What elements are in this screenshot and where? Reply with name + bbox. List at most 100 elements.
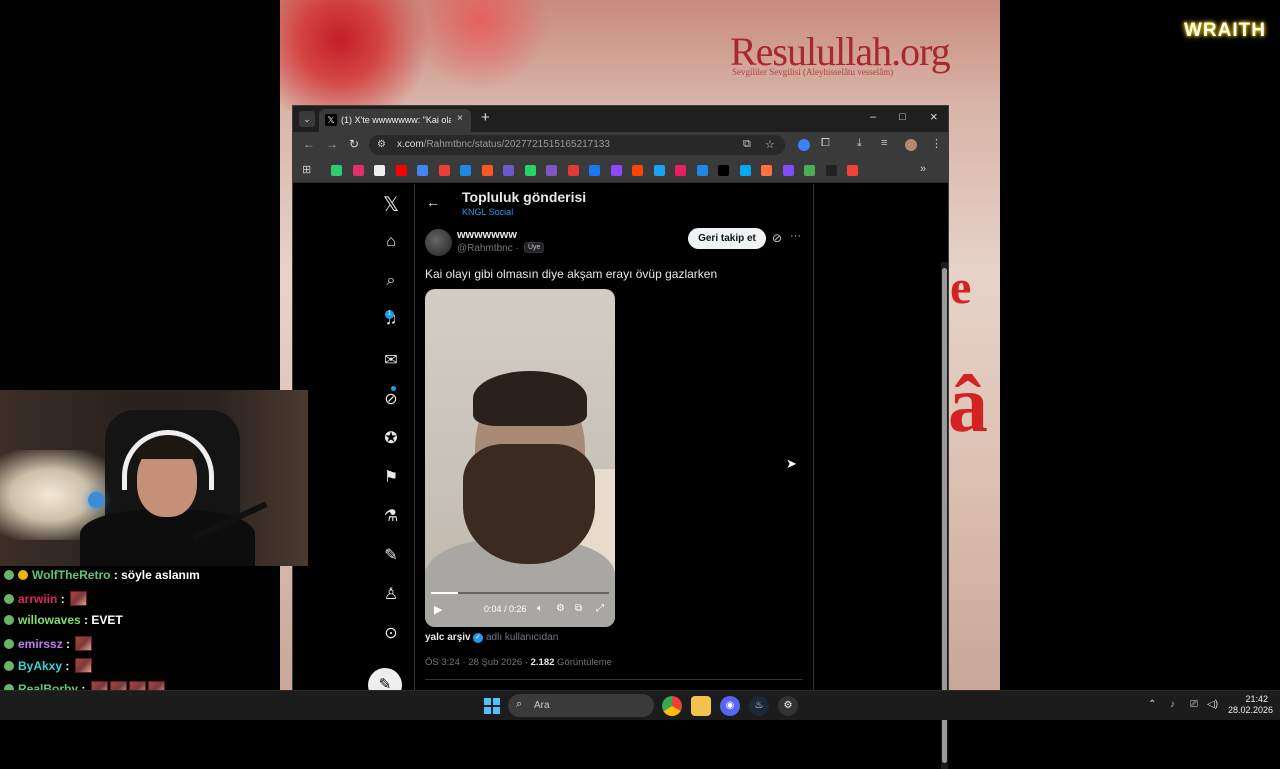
address-bar[interactable]: ⚙ x.com/Rahmtbnc/status/2027721515165217… (369, 135, 785, 155)
minimize-button[interactable]: – (870, 111, 876, 123)
bookmark-icon[interactable] (718, 165, 729, 176)
edit-icon[interactable]: ✎ (368, 545, 414, 565)
pip-icon[interactable]: ⧉ (575, 603, 582, 614)
flask-icon[interactable]: ⚗ (368, 506, 414, 526)
forward-arrow-icon[interactable]: → (326, 137, 338, 151)
taskbar: ⌕ Ara ◉ ♨ ⚙ ⌃ ♪ ⎚ ◁) 21:42 28.02.2026 (0, 690, 1280, 720)
taskbar-clock[interactable]: 21:42 28.02.2026 (1228, 694, 1273, 716)
microphone-icon[interactable]: ♪ (1170, 699, 1175, 710)
apps-grid-icon[interactable]: ⊞ (302, 163, 311, 176)
bookmark-icon[interactable] (352, 165, 364, 176)
bookmark-icon[interactable] (782, 165, 794, 176)
profile-icon[interactable]: ♙ (368, 584, 414, 604)
discord-icon[interactable]: ◉ (720, 696, 740, 716)
bookmark-icon[interactable] (610, 165, 622, 176)
bookmark-icon[interactable] (632, 165, 643, 176)
verified-icon[interactable]: ✪ (368, 428, 414, 448)
browser-tab[interactable]: 𝕏 (1) X'te wwwwwww: "Kai olayı gibi... × (319, 109, 471, 132)
more-bookmarks-icon[interactable]: » (920, 163, 926, 175)
bookmark-icon[interactable] (696, 165, 708, 176)
community-link[interactable]: KNGL Social (462, 207, 513, 217)
site-info-icon[interactable]: ⚙ (377, 139, 386, 150)
bookmark-icon[interactable] (825, 165, 837, 176)
windows-start-button[interactable] (484, 698, 500, 714)
fullscreen-icon[interactable]: ⤢ (596, 603, 604, 614)
avatar[interactable] (425, 229, 452, 256)
bookmark-icon[interactable] (438, 165, 450, 176)
mail-icon[interactable]: ✉ (368, 350, 414, 370)
bookmark-icon[interactable]: ⚑ (368, 467, 414, 487)
kebab-menu-icon[interactable]: ⋮ (931, 137, 942, 150)
back-arrow-icon[interactable]: ← (426, 194, 440, 210)
site-tagline: Sevgililer Sevgilisi (Aleyhisselâtu vess… (732, 67, 894, 77)
webcam-feed (0, 390, 308, 566)
more-icon[interactable]: ⊙ (368, 623, 414, 643)
volume-icon[interactable]: ◁) (1207, 699, 1218, 710)
bookmark-icon[interactable] (395, 165, 407, 176)
volume-icon[interactable]: 🔈︎ (537, 603, 543, 614)
bookmark-icon[interactable] (653, 165, 665, 176)
bookmark-icon[interactable] (761, 165, 772, 176)
bookmark-icon[interactable] (804, 165, 815, 176)
more-options-icon[interactable]: ··· (790, 230, 801, 242)
network-icon[interactable]: ⎚ (1190, 699, 1198, 710)
steam-icon[interactable]: ♨ (749, 696, 769, 716)
chat-emote-icon (74, 658, 92, 673)
chrome-app-icon[interactable] (662, 696, 682, 716)
video-source-name[interactable]: yalc arşiv (425, 632, 471, 643)
play-icon[interactable]: ▶ (434, 603, 442, 616)
x-logo-icon[interactable]: 𝕏 (368, 192, 414, 217)
settings-gear-icon[interactable]: ⚙ (556, 603, 565, 614)
video-player[interactable]: ▶ 0:04 / 0:26 🔈︎ ⚙ ⧉ ⤢ (425, 289, 615, 627)
reload-icon[interactable]: ↻ (349, 137, 359, 151)
chat-username[interactable]: willowaves (18, 613, 81, 627)
extension-icon[interactable] (798, 139, 810, 151)
bookmark-icon[interactable] (417, 165, 428, 176)
maximize-button[interactable]: □ (899, 111, 906, 123)
media-control-icon[interactable]: ≡ (881, 137, 887, 149)
author-name[interactable]: wwwwwww (457, 229, 517, 241)
chat-badge-icon (4, 661, 14, 671)
app-icon[interactable]: ⚙ (778, 696, 798, 716)
video-progress-bar[interactable] (431, 592, 609, 594)
chat-username[interactable]: emirssz (18, 637, 63, 651)
chat-message: emirssz : (4, 635, 93, 656)
chat-username[interactable]: WolfTheRetro (32, 568, 110, 582)
bookmark-icon[interactable] (503, 165, 514, 176)
taskbar-search[interactable]: ⌕ Ara (508, 694, 654, 717)
bookmark-icon[interactable] (524, 165, 536, 176)
bookmark-icon[interactable] (374, 165, 385, 176)
bookmark-icon[interactable] (567, 165, 579, 176)
bookmark-icon[interactable] (675, 165, 686, 176)
download-icon[interactable]: ⤓ (857, 137, 862, 150)
tab-search-button[interactable]: ⌄ (299, 111, 315, 127)
install-app-icon[interactable]: ⧉ (743, 138, 751, 151)
bookmark-icon[interactable] (331, 165, 342, 176)
extensions-puzzle-icon[interactable]: ⧠ (821, 137, 830, 150)
x-sidebar-nav: 𝕏 ⌂ ⌕ ♫ ✉ ⊘ ✪ ⚑ ⚗ ✎ ♙ ⊙ (368, 184, 414, 691)
close-window-button[interactable]: × (930, 109, 938, 124)
chat-username[interactable]: arrwiin (18, 592, 57, 606)
bookmark-icon[interactable] (460, 165, 471, 176)
search-icon[interactable]: ⌕ (368, 272, 414, 290)
author-handle[interactable]: @Rahmtbnc · (457, 243, 519, 254)
bookmark-icon[interactable] (589, 165, 600, 176)
home-icon[interactable]: ⌂ (368, 233, 414, 251)
file-explorer-icon[interactable] (691, 696, 711, 716)
scrollbar-thumb[interactable] (942, 268, 947, 763)
bookmark-icon[interactable] (546, 165, 557, 176)
webcam-light (88, 492, 104, 508)
bookmark-icon[interactable] (847, 165, 858, 176)
back-arrow-icon[interactable]: ← (303, 137, 315, 151)
new-tab-button[interactable]: + (481, 109, 490, 126)
tray-overflow-icon[interactable]: ⌃ (1148, 699, 1156, 710)
profile-avatar[interactable] (905, 139, 917, 151)
chat-username[interactable]: ByAkxy (18, 659, 62, 673)
bookmark-icon[interactable] (481, 165, 493, 176)
grok-icon[interactable]: ⊘ (772, 231, 782, 245)
tab-close-button[interactable]: × (457, 113, 463, 124)
bookmark-star-icon[interactable]: ☆ (765, 138, 775, 151)
grok-icon[interactable]: ⊘ (368, 389, 414, 409)
follow-back-button[interactable]: Geri takip et (688, 228, 766, 249)
bookmark-icon[interactable] (739, 165, 751, 176)
